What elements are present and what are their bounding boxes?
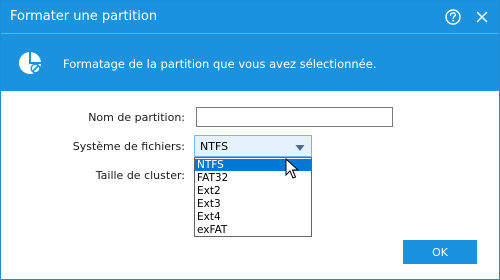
filesystem-select[interactable]: NTFS	[194, 135, 312, 157]
partition-format-icon	[17, 49, 45, 77]
filesystem-option[interactable]: Ext2	[195, 185, 311, 197]
partition-name-input[interactable]	[196, 107, 393, 127]
title-bar: Formater une partition	[1, 1, 499, 33]
window-title: Formater une partition	[10, 9, 158, 24]
filesystem-label: Système de fichiers:	[72, 140, 185, 153]
mouse-cursor-icon	[285, 157, 301, 180]
filesystem-selected-value: NTFS	[200, 140, 229, 153]
chevron-down-icon	[295, 142, 305, 151]
filesystem-option[interactable]: Ext3	[195, 198, 311, 210]
cluster-size-label: Taille de cluster:	[95, 169, 185, 182]
banner-text: Formatage de la partition que vous avez …	[63, 57, 377, 71]
help-icon[interactable]	[444, 8, 462, 26]
partition-name-label: Nom de partition:	[88, 111, 185, 124]
format-partition-dialog: Formater une partition Formatage de la p…	[0, 0, 500, 280]
banner-divider	[1, 33, 499, 34]
close-icon[interactable]	[473, 8, 491, 26]
ok-button[interactable]: OK	[403, 240, 477, 264]
filesystem-option[interactable]: exFAT	[195, 224, 311, 236]
filesystem-option[interactable]: Ext4	[195, 211, 311, 223]
